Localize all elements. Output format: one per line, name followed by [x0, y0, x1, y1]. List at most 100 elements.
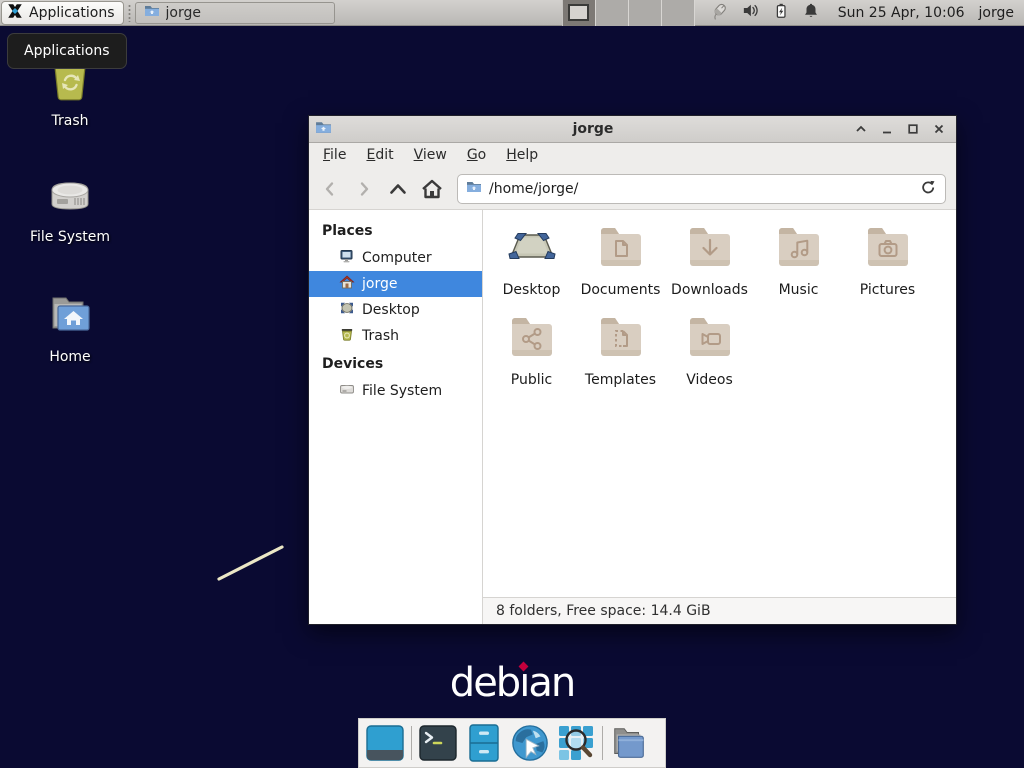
panel-clock[interactable]: Sun 25 Apr, 10:06	[830, 5, 973, 21]
desktop-icon-label: Home	[49, 349, 90, 365]
close-button[interactable]	[932, 122, 946, 136]
dock	[358, 718, 666, 768]
sidebar-item-desktop[interactable]: Desktop	[309, 297, 482, 323]
status-bar: 8 folders, Free space: 14.4 GiB	[483, 597, 956, 624]
taskbar-window-label: jorge	[166, 5, 201, 21]
public-folder-icon	[507, 312, 557, 364]
path-input[interactable]: /home/jorge/	[489, 181, 912, 197]
videos-folder-icon	[685, 312, 735, 364]
window-titlebar[interactable]: jorge	[309, 116, 956, 143]
hard-drive-icon	[44, 172, 96, 224]
debian-wordmark: debıan	[0, 660, 1024, 706]
file-manager-window: jorge File Edit View Go Help	[308, 115, 957, 625]
location-bar[interactable]: /home/jorge/	[457, 174, 946, 204]
sidebar-item-label: Computer	[362, 250, 432, 266]
minimize-button[interactable]	[880, 122, 894, 136]
window-controls	[854, 122, 950, 136]
terminal-launcher[interactable]	[418, 723, 458, 763]
file-item-downloads[interactable]: Downloads	[665, 222, 754, 298]
forward-button[interactable]	[349, 174, 379, 204]
menu-view[interactable]: View	[404, 143, 457, 168]
trash-small-icon	[339, 326, 355, 346]
file-item-label: Templates	[585, 372, 656, 388]
desktop-icon	[339, 300, 355, 320]
xfce-applications-icon	[6, 2, 24, 24]
menu-edit[interactable]: Edit	[356, 143, 403, 168]
file-item-label: Documents	[581, 282, 661, 298]
sidebar-places-header: Places	[309, 216, 482, 245]
file-item-label: Videos	[686, 372, 733, 388]
app-finder-launcher[interactable]	[556, 723, 596, 763]
file-item-label: Public	[511, 372, 552, 388]
back-button[interactable]	[315, 174, 345, 204]
battery-charging-icon[interactable]	[772, 2, 790, 24]
file-grid[interactable]: Desktop Documents	[483, 210, 956, 597]
dock-separator	[411, 726, 412, 760]
file-item-documents[interactable]: Documents	[576, 222, 665, 298]
computer-icon	[339, 248, 355, 268]
menu-bar: File Edit View Go Help	[309, 143, 956, 168]
workspace-3[interactable]	[629, 0, 662, 26]
file-item-label: Music	[779, 282, 819, 298]
status-text: 8 folders, Free space: 14.4 GiB	[496, 603, 711, 619]
reload-icon[interactable]	[919, 178, 937, 200]
file-item-templates[interactable]: Templates	[576, 312, 665, 388]
desktop-icon-label: Trash	[52, 113, 89, 129]
file-item-pictures[interactable]: Pictures	[843, 222, 932, 298]
panel-grip-handle[interactable]	[127, 4, 132, 22]
documents-folder-icon	[596, 222, 646, 274]
menu-go[interactable]: Go	[457, 143, 496, 168]
top-panel: Applications jorge	[0, 0, 1024, 26]
volume-icon[interactable]	[741, 1, 760, 24]
home-button[interactable]	[417, 174, 447, 204]
file-item-label: Pictures	[860, 282, 915, 298]
home-icon	[339, 274, 355, 294]
file-item-desktop[interactable]: Desktop	[487, 222, 576, 298]
desktop-special-icon	[506, 222, 558, 274]
applications-tooltip: Applications	[7, 33, 127, 69]
music-folder-icon	[774, 222, 824, 274]
panel-username[interactable]: jorge	[973, 5, 1024, 21]
user-folders-launcher[interactable]	[609, 723, 649, 763]
web-browser-launcher[interactable]	[510, 723, 550, 763]
maximize-button[interactable]	[906, 122, 920, 136]
home-folder-icon	[45, 292, 95, 344]
sidebar-item-jorge[interactable]: jorge	[309, 271, 482, 297]
file-item-label: Downloads	[671, 282, 748, 298]
dock-separator	[602, 726, 603, 760]
sidebar-item-trash[interactable]: Trash	[309, 323, 482, 349]
window-folder-icon	[315, 119, 332, 140]
panel-right-area: Sun 25 Apr, 10:06 jorge	[562, 0, 1024, 26]
file-item-public[interactable]: Public	[487, 312, 576, 388]
sidebar-item-computer[interactable]: Computer	[309, 245, 482, 271]
desktop-icon-filesystem[interactable]: File System	[22, 172, 118, 245]
notifications-bell-icon[interactable]	[802, 2, 820, 24]
window-title: jorge	[332, 121, 854, 137]
applications-menu-label: Applications	[29, 5, 115, 21]
workspace-1[interactable]	[563, 0, 596, 26]
menu-file[interactable]: File	[313, 143, 356, 168]
taskbar-window-button[interactable]: jorge	[135, 2, 335, 24]
mouse-icon[interactable]	[709, 1, 729, 25]
drawn-line	[214, 542, 290, 584]
workspace-2[interactable]	[596, 0, 629, 26]
content-column: Desktop Documents	[483, 210, 956, 624]
workspace-pager	[562, 0, 695, 26]
sidebar: Places Computer	[309, 210, 483, 624]
file-item-music[interactable]: Music	[754, 222, 843, 298]
workspace-4[interactable]	[662, 0, 695, 26]
menu-help[interactable]: Help	[496, 143, 548, 168]
applications-menu-button[interactable]: Applications	[1, 1, 124, 25]
desktop-icon-home[interactable]: Home	[22, 292, 118, 365]
file-item-label: Desktop	[503, 282, 561, 298]
folder-icon	[144, 3, 160, 23]
sidebar-item-label: Desktop	[362, 302, 420, 318]
show-desktop-button[interactable]	[365, 723, 405, 763]
file-manager-launcher[interactable]	[464, 723, 504, 763]
shade-button[interactable]	[854, 122, 868, 136]
file-item-videos[interactable]: Videos	[665, 312, 754, 388]
pictures-folder-icon	[863, 222, 913, 274]
templates-folder-icon	[596, 312, 646, 364]
up-button[interactable]	[383, 174, 413, 204]
sidebar-item-file-system[interactable]: File System	[309, 378, 482, 404]
